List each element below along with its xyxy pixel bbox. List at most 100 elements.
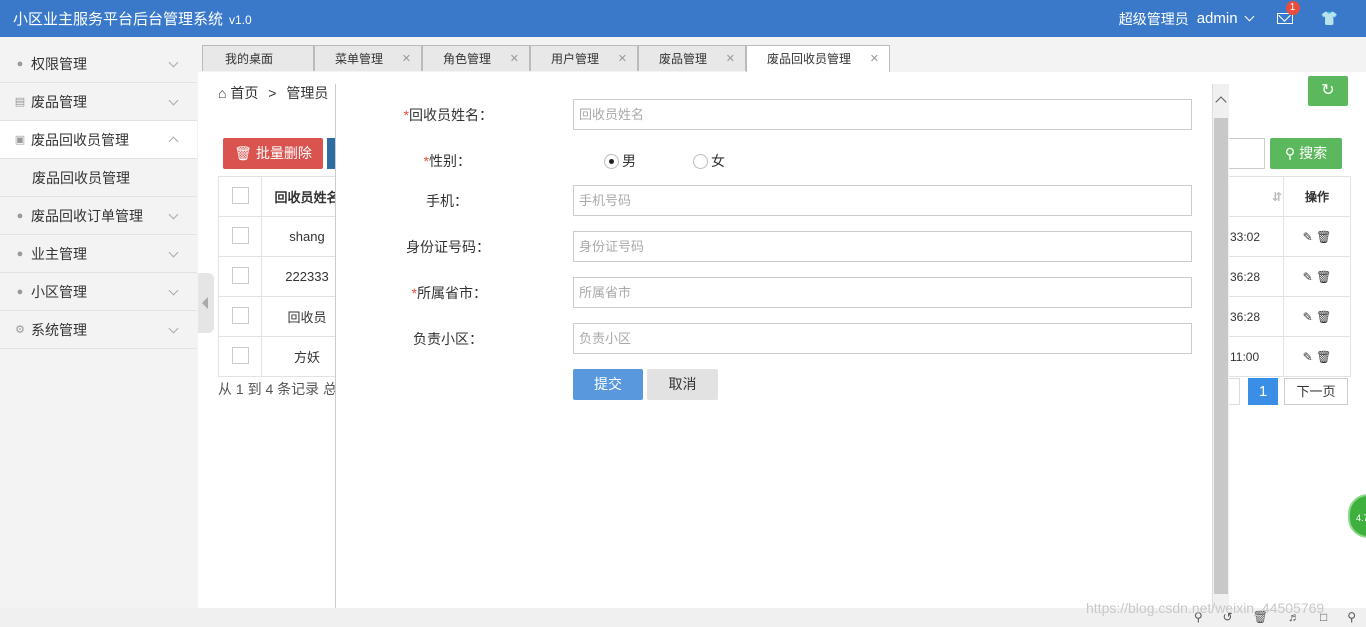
- tab-label: 废品回收员管理: [767, 52, 852, 66]
- image-icon: ▣: [14, 134, 26, 146]
- submit-button[interactable]: 提交: [573, 369, 643, 400]
- close-icon[interactable]: ✕: [510, 46, 519, 72]
- cancel-button[interactable]: 取消: [647, 369, 718, 400]
- sidebar-collapse-handle[interactable]: [198, 273, 214, 333]
- scroll-thumb[interactable]: [1214, 118, 1228, 594]
- tab-label: 用户管理: [551, 52, 600, 66]
- select-all-checkbox[interactable]: [231, 186, 249, 204]
- mail-icon[interactable]: 1: [1276, 1, 1300, 24]
- close-icon[interactable]: ✕: [402, 46, 411, 72]
- name-label: *回收员姓名：: [403, 107, 493, 123]
- tab-label: 废品管理: [659, 52, 708, 66]
- dialog-scrollbar[interactable]: [1212, 84, 1229, 608]
- gender-label-text: 性别：: [429, 153, 471, 169]
- phone-label: 手机：: [426, 193, 468, 209]
- sidebar-item-waste[interactable]: ▤ 废品管理: [0, 83, 197, 121]
- theme-icon[interactable]: 👕: [1321, 10, 1338, 27]
- edit-icon[interactable]: ✎: [1303, 230, 1313, 244]
- cell-actions: ✎ 🗑: [1283, 336, 1351, 377]
- gender-female-label: 女: [711, 153, 725, 169]
- column-header-time[interactable]: ⇵: [1228, 176, 1284, 217]
- sidebar-item-owners[interactable]: ● 业主管理: [0, 235, 197, 273]
- chevron-down-icon[interactable]: [1244, 11, 1255, 22]
- delete-icon[interactable]: 🗑: [1316, 310, 1331, 324]
- list-icon: ▤: [14, 96, 26, 108]
- sort-icon: ⇵: [1271, 189, 1282, 204]
- gender-female-radio[interactable]: 女: [693, 151, 725, 171]
- refresh-icon: ↻: [1321, 82, 1335, 99]
- name-field[interactable]: 回收员姓名: [573, 99, 1192, 130]
- tab-desktop[interactable]: 我的桌面: [202, 45, 314, 71]
- chevron-down-icon: [168, 247, 179, 258]
- close-icon[interactable]: ✕: [870, 46, 879, 72]
- phone-field[interactable]: 手机号码: [573, 185, 1192, 216]
- id-card-label: 身份证号码：: [406, 239, 490, 255]
- row-checkbox-cell: [218, 296, 262, 337]
- province-field[interactable]: 所属省市: [573, 277, 1192, 308]
- gender-male-radio[interactable]: 男: [604, 151, 636, 171]
- delete-icon[interactable]: 🗑: [1316, 230, 1331, 244]
- community-field[interactable]: 负责小区: [573, 323, 1192, 354]
- edit-icon[interactable]: ✎: [1303, 350, 1313, 364]
- province-label-text: 所属省市：: [417, 285, 487, 301]
- pagination-prev[interactable]: [1228, 378, 1240, 405]
- mail-badge: 1: [1285, 1, 1300, 15]
- sidebar-item-system[interactable]: ⚙ 系统管理: [0, 311, 197, 349]
- cell-actions: ✎ 🗑: [1283, 296, 1351, 337]
- edit-icon[interactable]: ✎: [1303, 270, 1313, 284]
- tab-menu[interactable]: 菜单管理 ✕: [314, 45, 422, 71]
- gear-icon: ⚙: [15, 324, 25, 336]
- trash-icon: 🗑: [234, 145, 252, 161]
- top-bar: 小区业主服务平台后台管理系统 v1.0 超级管理员 admin 1 👕: [0, 0, 1366, 37]
- data-table-right: ⇵ 操作 33:02 ✎ 🗑 36:28 ✎ 🗑 36:28 ✎ 🗑 11:00…: [1228, 176, 1351, 377]
- sidebar-item-recycler[interactable]: ▣ 废品回收员管理: [0, 121, 197, 159]
- chat-icon: ●: [16, 285, 24, 298]
- refresh-button[interactable]: ↻: [1308, 76, 1348, 106]
- top-right-area: 超级管理员 admin 1 👕: [1119, 0, 1366, 37]
- row-checkbox[interactable]: [231, 346, 249, 364]
- tab-label: 角色管理: [443, 52, 492, 66]
- delete-icon[interactable]: 🗑: [1316, 270, 1331, 284]
- column-header-actions: 操作: [1283, 176, 1351, 217]
- cell-time: 33:02: [1228, 216, 1284, 257]
- table-header-row: ⇵ 操作: [1228, 176, 1351, 217]
- close-icon[interactable]: ✕: [726, 46, 735, 72]
- sidebar-item-label: 业主管理: [31, 245, 87, 262]
- scroll-up-icon[interactable]: [1215, 96, 1227, 108]
- sidebar-item-orders[interactable]: ● 废品回收订单管理: [0, 197, 197, 235]
- row-checkbox[interactable]: [231, 306, 249, 324]
- tab-label: 菜单管理: [335, 52, 384, 66]
- sidebar-item-label: 小区管理: [31, 283, 87, 300]
- cell-time: 36:28: [1228, 296, 1284, 337]
- sidebar-subitem-recycler[interactable]: 废品回收员管理: [0, 159, 197, 197]
- gender-male-label: 男: [622, 153, 636, 169]
- table-row: 11:00 ✎ 🗑: [1228, 336, 1351, 377]
- row-checkbox[interactable]: [231, 226, 249, 244]
- watermark: https://blog.csdn.net/weixin_44505769: [1086, 600, 1325, 616]
- sidebar-item-community[interactable]: ● 小区管理: [0, 273, 197, 311]
- home-icon: ⌂: [218, 85, 227, 101]
- community-label: 负责小区：: [413, 331, 483, 347]
- sidebar-item-label: 废品回收员管理: [31, 131, 129, 148]
- tab-role[interactable]: 角色管理 ✕: [422, 45, 530, 71]
- zoom-icon[interactable]: ⚲: [1347, 610, 1356, 624]
- sidebar-item-permission[interactable]: ● 权限管理: [0, 45, 197, 83]
- tab-user[interactable]: 用户管理 ✕: [530, 45, 638, 71]
- chat-icon: ●: [16, 209, 24, 222]
- breadcrumb-home[interactable]: 首页: [230, 85, 258, 101]
- tab-recycler[interactable]: 废品回收员管理 ✕: [746, 45, 890, 73]
- sidebar-item-label: 废品回收订单管理: [31, 207, 143, 224]
- chat-icon: ●: [16, 247, 24, 260]
- edit-icon[interactable]: ✎: [1303, 310, 1313, 324]
- delete-icon[interactable]: 🗑: [1316, 350, 1331, 364]
- pagination-next[interactable]: 下一页: [1284, 378, 1348, 405]
- row-checkbox[interactable]: [231, 266, 249, 284]
- select-all-cell: [218, 176, 262, 217]
- tab-bar: 我的桌面 菜单管理 ✕ 角色管理 ✕ 用户管理 ✕ 废品管理 ✕ 废品回收员管理 ✕: [198, 45, 1366, 73]
- close-icon[interactable]: ✕: [618, 46, 627, 72]
- pagination-current[interactable]: 1: [1248, 378, 1278, 405]
- user-menu[interactable]: admin: [1197, 10, 1238, 27]
- id-card-field[interactable]: 身份证号码: [573, 231, 1192, 262]
- tab-waste[interactable]: 废品管理 ✕: [638, 45, 746, 71]
- search-button[interactable]: ⚲ 搜索: [1270, 138, 1342, 169]
